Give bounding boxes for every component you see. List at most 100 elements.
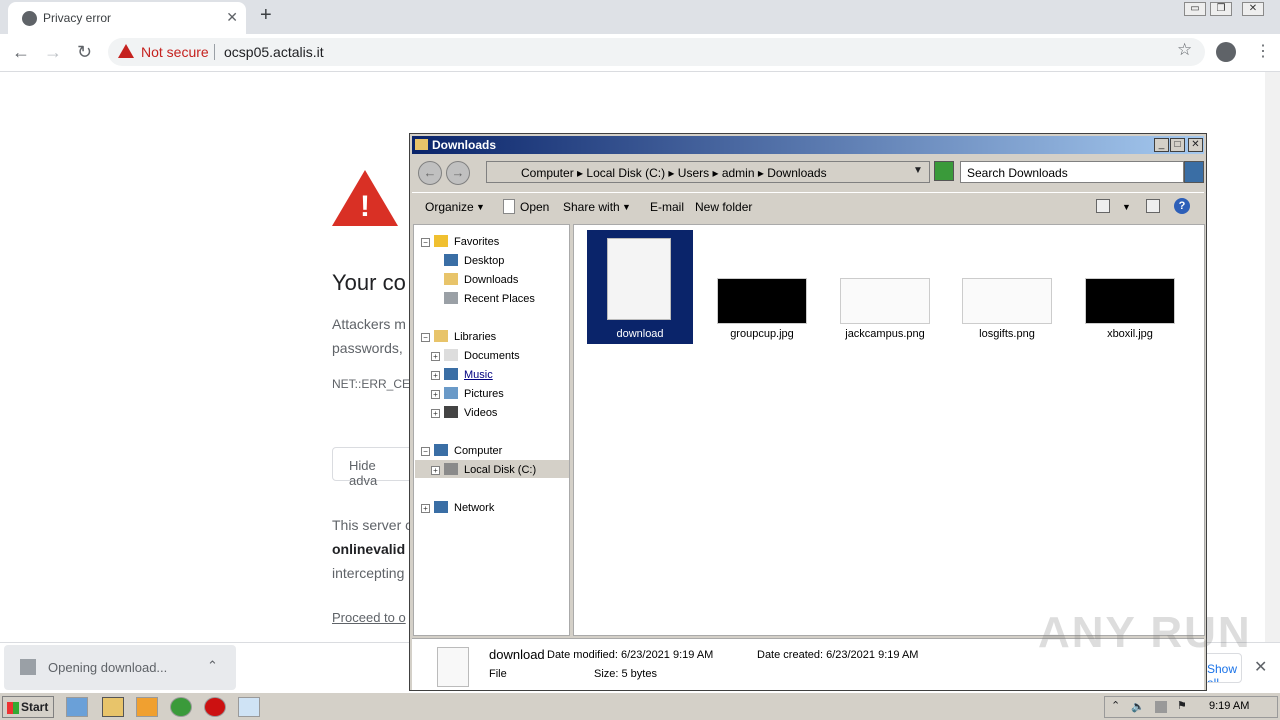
nav-item-videos[interactable]: Videos	[444, 406, 497, 419]
media-player-icon[interactable]	[136, 697, 158, 717]
forward-arrow-icon[interactable]: →	[44, 42, 62, 63]
organize-button[interactable]: Organize	[425, 200, 474, 214]
file-item[interactable]: xboxil.jpg	[1077, 230, 1183, 344]
nav-item-favorites[interactable]: Favorites	[434, 235, 499, 248]
expand-toggle[interactable]: +	[431, 409, 440, 418]
page-scrollbar[interactable]	[1265, 72, 1280, 642]
expand-toggle[interactable]: +	[421, 504, 430, 513]
browser-tab[interactable]: Privacy error ✕	[8, 2, 246, 34]
file-name: jackcampus.png	[845, 328, 925, 340]
notepad-icon[interactable]	[238, 697, 260, 717]
generic-file-icon	[437, 647, 469, 687]
back-circle-icon[interactable]: ←	[418, 161, 442, 185]
file-item[interactable]: download	[587, 230, 693, 344]
search-input[interactable]: Search Downloads	[960, 161, 1184, 183]
menu-kebab-icon[interactable]: ⋮	[1255, 41, 1271, 61]
reload-icon[interactable]: ↻	[77, 42, 92, 63]
explorer-close-button[interactable]: ✕	[1188, 138, 1203, 152]
file-item[interactable]: losgifts.png	[954, 230, 1060, 344]
nav-item-recent-places[interactable]: Recent Places	[444, 292, 535, 305]
security-label[interactable]: Not secure	[141, 44, 209, 60]
nav-label: Desktop	[464, 255, 505, 267]
dropdown-arrow-icon[interactable]: ▼	[476, 202, 485, 212]
tab-close-icon[interactable]: ✕	[226, 9, 238, 26]
url-text[interactable]: ocsp05.actalis.it	[224, 44, 324, 60]
nav-item-computer[interactable]: Computer	[434, 444, 502, 457]
error-heading: Your co	[332, 270, 406, 295]
new-tab-button[interactable]: +	[260, 4, 272, 27]
nav-label: Documents	[464, 350, 520, 362]
address-bar[interactable]: Not secure ocsp05.actalis.it	[108, 38, 1205, 66]
open-button[interactable]: Open	[520, 200, 549, 214]
details-type: File	[489, 668, 507, 680]
profile-avatar-icon[interactable]	[1216, 42, 1236, 62]
bookmark-star-icon[interactable]: ☆	[1177, 40, 1192, 60]
help-icon[interactable]: ?	[1174, 198, 1190, 214]
ie-icon[interactable]	[66, 697, 88, 717]
breadcrumb-item[interactable]: Local Disk (C:)	[586, 166, 665, 180]
back-arrow-icon[interactable]: ←	[12, 42, 30, 63]
collapse-toggle[interactable]: −	[421, 333, 430, 342]
minimize-button[interactable]: ▭	[1184, 2, 1206, 16]
breadcrumb-item[interactable]: Users	[678, 166, 709, 180]
nav-item-desktop[interactable]: Desktop	[444, 254, 504, 267]
nav-item-network[interactable]: Network	[434, 501, 494, 514]
expand-toggle[interactable]: +	[431, 352, 440, 361]
network-icon	[434, 501, 448, 513]
download-item[interactable]: Opening download... ⌃	[4, 645, 236, 690]
view-options-icon[interactable]	[1096, 199, 1110, 213]
nav-item-pictures[interactable]: Pictures	[444, 387, 504, 400]
search-icon[interactable]	[1184, 161, 1204, 183]
dropdown-arrow-icon[interactable]: ▼	[622, 202, 631, 212]
dropdown-arrow-icon[interactable]: ▼	[913, 165, 923, 176]
clock[interactable]: 9:19 AM	[1209, 700, 1249, 712]
image-thumbnail	[962, 278, 1052, 324]
show-hidden-icons-icon[interactable]: ⌃	[1111, 699, 1120, 712]
nav-item-music[interactable]: Music	[444, 368, 493, 381]
share-with-button[interactable]: Share with	[563, 200, 620, 214]
collapse-toggle[interactable]: −	[421, 447, 430, 456]
proceed-link[interactable]: Proceed to o	[332, 610, 406, 625]
breadcrumb-item[interactable]: Downloads	[767, 166, 826, 180]
omnibox-divider	[214, 44, 215, 60]
error-code: NET::ERR_CER	[332, 377, 419, 391]
chrome-icon[interactable]	[170, 697, 192, 717]
expand-toggle[interactable]: +	[431, 466, 440, 475]
nav-item-local-disk[interactable]: Local Disk (C:)	[444, 463, 536, 476]
nav-item-libraries[interactable]: Libraries	[434, 330, 496, 343]
close-shelf-icon[interactable]: ✕	[1254, 657, 1267, 677]
file-item[interactable]: groupcup.jpg	[709, 230, 815, 344]
close-window-button[interactable]: ✕	[1242, 2, 1264, 16]
refresh-icon[interactable]	[934, 161, 954, 181]
image-thumbnail	[717, 278, 807, 324]
speaker-icon[interactable]: 🔈	[1131, 700, 1145, 713]
preview-pane-icon[interactable]	[1146, 199, 1160, 213]
nav-item-documents[interactable]: Documents	[444, 349, 520, 362]
breadcrumb-item[interactable]: admin	[722, 166, 755, 180]
nav-item-downloads[interactable]: Downloads	[444, 273, 518, 286]
explorer-icon[interactable]	[102, 697, 124, 717]
file-item[interactable]: jackcampus.png	[832, 230, 938, 344]
opera-icon[interactable]	[204, 697, 226, 717]
explorer-maximize-button[interactable]: □	[1170, 138, 1185, 152]
nav-label: Local Disk (C:)	[464, 464, 537, 476]
forward-circle-icon[interactable]: →	[446, 161, 470, 185]
explorer-address-bar[interactable]: Computer ▸ Local Disk (C:) ▸ Users ▸ adm…	[486, 161, 930, 183]
action-center-flag-icon[interactable]: ⚑	[1177, 699, 1187, 712]
expand-toggle[interactable]: +	[431, 371, 440, 380]
restore-button[interactable]: ❐	[1210, 2, 1232, 16]
file-name: losgifts.png	[979, 328, 1035, 340]
start-button[interactable]: Start	[2, 696, 54, 718]
file-list-pane: download groupcup.jpg jackcampus.png los…	[573, 224, 1205, 636]
nav-label: Downloads	[464, 274, 519, 286]
chevron-up-icon[interactable]: ⌃	[207, 658, 218, 674]
network-tray-icon[interactable]	[1155, 701, 1167, 713]
collapse-toggle[interactable]: −	[421, 238, 430, 247]
explorer-title-bar[interactable]: Downloads _ □ ✕	[412, 136, 1204, 154]
expand-toggle[interactable]: +	[431, 390, 440, 399]
breadcrumb-item[interactable]: Computer	[521, 166, 574, 180]
email-button[interactable]: E-mail	[650, 200, 684, 214]
explorer-minimize-button[interactable]: _	[1154, 138, 1169, 152]
dropdown-arrow-icon[interactable]: ▼	[1122, 202, 1131, 212]
new-folder-button[interactable]: New folder	[695, 200, 752, 214]
